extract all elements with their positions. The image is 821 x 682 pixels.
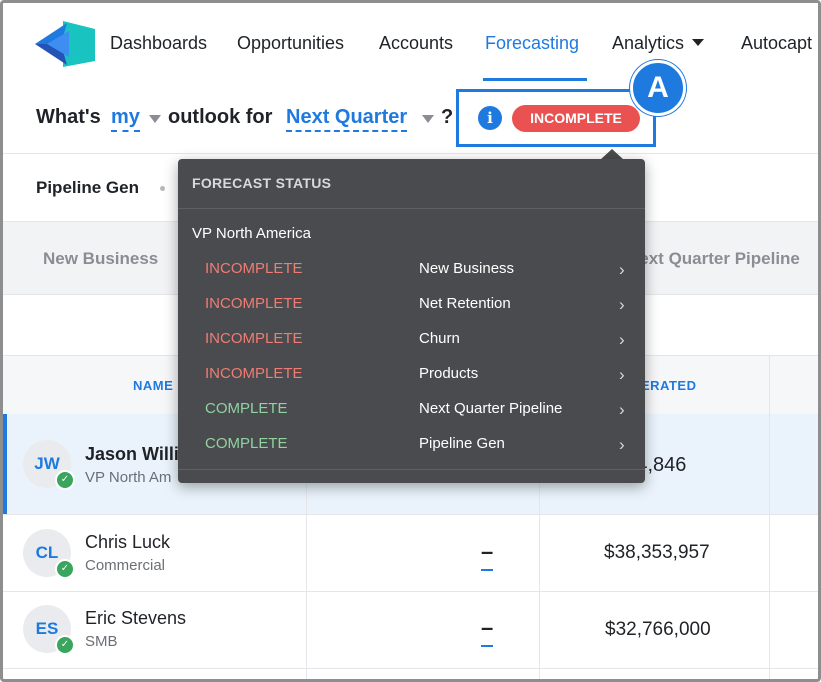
- nav-analytics[interactable]: Analytics: [612, 33, 705, 54]
- popover-title: FORECAST STATUS: [192, 175, 332, 191]
- status-item-net-retention[interactable]: INCOMPLETE Net Retention ›: [178, 295, 645, 330]
- status-label: INCOMPLETE: [205, 330, 303, 347]
- chevron-right-icon: ›: [619, 400, 625, 419]
- nav-dashboards[interactable]: Dashboards: [110, 33, 207, 54]
- status-item-label: Pipeline Gen: [419, 435, 505, 452]
- status-item-pipeline-gen[interactable]: COMPLETE Pipeline Gen ›: [178, 435, 645, 470]
- check-icon: ✓: [55, 559, 75, 579]
- status-item-next-quarter-pipeline[interactable]: COMPLETE Next Quarter Pipeline ›: [178, 400, 645, 435]
- app-window: Dashboards Opportunities Accounts Foreca…: [0, 0, 821, 682]
- column-divider: [769, 355, 770, 679]
- outlook-middle: outlook for: [168, 106, 273, 128]
- outlook-suffix: ?: [441, 106, 454, 128]
- outlook-prefix: What's: [36, 106, 101, 128]
- generated-amount: $32,766,000: [605, 619, 711, 640]
- person-name[interactable]: Jason Willi: [85, 444, 179, 465]
- owner-chevron-down-icon[interactable]: [149, 115, 161, 123]
- generated-amount: $38,353,957: [604, 542, 710, 563]
- forecast-status-popover: FORECAST STATUS VP North America INCOMPL…: [178, 159, 645, 483]
- chevron-right-icon: ›: [619, 435, 625, 454]
- table-row[interactable]: ES ✓ Eric Stevens SMB – $32,766,000: [3, 592, 818, 669]
- status-label: INCOMPLETE: [205, 295, 303, 312]
- info-icon[interactable]: i: [478, 106, 502, 130]
- chevron-right-icon: ›: [619, 330, 625, 349]
- popover-group-label: VP North America: [192, 225, 311, 242]
- period-selector-label: Next Quarter: [286, 106, 408, 128]
- nav-opportunities[interactable]: Opportunities: [237, 33, 344, 54]
- nav-analytics-label: Analytics: [612, 33, 685, 53]
- forecast-value-link[interactable]: –: [481, 539, 494, 571]
- chevron-right-icon: ›: [619, 365, 625, 384]
- check-icon: ✓: [55, 635, 75, 655]
- period-selector[interactable]: Next Quarter: [286, 106, 408, 132]
- status-label: INCOMPLETE: [205, 365, 303, 382]
- column-header-name[interactable]: NAME: [133, 378, 173, 393]
- avatar-initials: CL: [35, 543, 59, 562]
- person-name[interactable]: Chris Luck: [85, 532, 170, 553]
- chevron-down-icon: [692, 39, 705, 46]
- person-name[interactable]: Eric Stevens: [85, 608, 186, 629]
- popover-divider: [178, 469, 645, 470]
- status-item-products[interactable]: INCOMPLETE Products ›: [178, 365, 645, 400]
- avatar: CL ✓: [23, 529, 75, 579]
- nav-accounts[interactable]: Accounts: [379, 33, 453, 54]
- outlook-bar: What's my outlook for Next Quarter ?: [3, 83, 818, 154]
- tab-new-business[interactable]: New Business: [43, 249, 158, 269]
- forecast-value-link[interactable]: –: [481, 615, 494, 647]
- owner-selector-label: my: [111, 106, 140, 128]
- avatar: ES ✓: [23, 605, 75, 655]
- active-tab-indicator: [483, 78, 587, 81]
- callout-badge: A: [630, 60, 686, 116]
- status-item-label: Next Quarter Pipeline: [419, 400, 563, 417]
- status-item-churn[interactable]: INCOMPLETE Churn ›: [178, 330, 645, 365]
- tab-pipeline-gen[interactable]: Pipeline Gen: [36, 178, 139, 198]
- top-nav: Dashboards Opportunities Accounts Foreca…: [3, 3, 818, 84]
- status-item-label: New Business: [419, 260, 515, 277]
- tab-next-quarter-pipeline[interactable]: Next Quarter Pipeline: [627, 249, 800, 269]
- app-logo-icon[interactable]: [33, 19, 95, 69]
- period-chevron-down-icon[interactable]: [422, 115, 434, 123]
- forecast-status-badge[interactable]: INCOMPLETE: [512, 105, 640, 132]
- popover-divider: [178, 208, 645, 209]
- chevron-right-icon: ›: [619, 260, 625, 279]
- avatar-initials: ES: [35, 619, 59, 638]
- status-label: COMPLETE: [205, 435, 288, 452]
- status-item-label: Churn: [419, 330, 460, 347]
- avatar-initials: JW: [34, 454, 60, 473]
- status-label: COMPLETE: [205, 400, 288, 417]
- chevron-right-icon: ›: [619, 295, 625, 314]
- person-role: SMB: [85, 633, 118, 650]
- table-row[interactable]: CL ✓ Chris Luck Commercial – $38,353,957: [3, 515, 818, 592]
- nav-forecasting[interactable]: Forecasting: [485, 33, 579, 54]
- status-item-label: Products: [419, 365, 479, 382]
- check-icon: ✓: [55, 470, 75, 490]
- person-role: VP North Am: [85, 469, 172, 486]
- person-role: Commercial: [85, 557, 166, 574]
- avatar: JW ✓: [23, 440, 75, 490]
- status-label: INCOMPLETE: [205, 260, 303, 277]
- tab-separator-dot: [160, 186, 165, 191]
- status-item-label: Net Retention: [419, 295, 511, 312]
- status-item-new-business[interactable]: INCOMPLETE New Business ›: [178, 260, 645, 295]
- column-header-generated[interactable]: ERATED: [641, 378, 696, 393]
- nav-autocapture[interactable]: Autocapt: [741, 33, 812, 54]
- owner-selector[interactable]: my: [111, 106, 140, 132]
